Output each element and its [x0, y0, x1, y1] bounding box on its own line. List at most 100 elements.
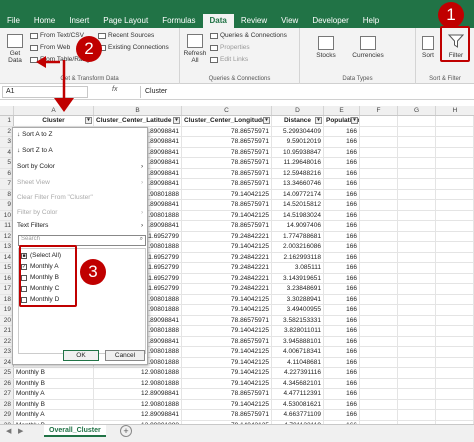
table-cell[interactable]: 79.14042125: [182, 326, 272, 336]
table-cell[interactable]: 78.86575971: [182, 137, 272, 147]
column-header-f[interactable]: F: [360, 106, 398, 115]
table-cell[interactable]: 79.14042125: [182, 378, 272, 388]
sheet-view-item[interactable]: Sheet View ›: [17, 179, 143, 186]
table-cell[interactable]: 78.86575971: [182, 147, 272, 157]
edit-links-button[interactable]: Edit Links: [210, 56, 248, 63]
table-cell[interactable]: [436, 200, 474, 210]
column-header-h[interactable]: H: [436, 106, 474, 115]
table-cell[interactable]: 79.14042125: [182, 305, 272, 315]
table-cell[interactable]: [360, 294, 398, 304]
table-cell[interactable]: 166: [324, 378, 360, 388]
table-cell[interactable]: [360, 210, 398, 220]
table-cell[interactable]: 166: [324, 252, 360, 262]
table-cell[interactable]: [436, 147, 474, 157]
table-cell[interactable]: [360, 147, 398, 157]
table-cell[interactable]: 79.24842221: [182, 231, 272, 241]
table-cell[interactable]: [360, 284, 398, 294]
column-header-c[interactable]: C: [182, 106, 272, 115]
table-cell[interactable]: [436, 305, 474, 315]
sheet-tab-overall-cluster[interactable]: Overall_Cluster: [44, 425, 106, 437]
table-cell[interactable]: 3.582153331: [272, 315, 324, 325]
table-cell[interactable]: [436, 231, 474, 241]
table-cell[interactable]: [436, 315, 474, 325]
table-cell[interactable]: 78.86575971: [182, 389, 272, 399]
table-cell[interactable]: [398, 137, 436, 147]
table-cell[interactable]: [436, 168, 474, 178]
table-cell[interactable]: 166: [324, 137, 360, 147]
row-number[interactable]: 1: [0, 116, 14, 126]
table-cell[interactable]: [436, 189, 474, 199]
cell-header-distance[interactable]: Distance ▾: [272, 116, 324, 126]
table-cell[interactable]: 4.663771109: [272, 410, 324, 420]
table-cell[interactable]: [398, 231, 436, 241]
table-cell[interactable]: [360, 315, 398, 325]
table-cell[interactable]: 166: [324, 326, 360, 336]
table-cell[interactable]: 166: [324, 336, 360, 346]
table-cell[interactable]: [398, 200, 436, 210]
table-cell[interactable]: [360, 252, 398, 262]
cell-header-longitude[interactable]: Cluster_Center_Longitude ▾: [182, 116, 272, 126]
table-cell[interactable]: [360, 168, 398, 178]
table-cell[interactable]: 166: [324, 242, 360, 252]
table-cell[interactable]: 166: [324, 347, 360, 357]
table-cell[interactable]: 3.085111: [272, 263, 324, 273]
table-cell[interactable]: 5.299304409: [272, 126, 324, 136]
prev-sheet-icon[interactable]: ◀: [6, 427, 11, 435]
tab-data[interactable]: Data: [202, 14, 234, 28]
table-cell[interactable]: [436, 284, 474, 294]
table-cell[interactable]: 3.23848691: [272, 284, 324, 294]
empty-cell[interactable]: [398, 116, 436, 126]
filter-dropdown-icon[interactable]: ▾: [85, 117, 92, 124]
refresh-all-button[interactable]: Refresh All: [182, 34, 208, 64]
table-cell[interactable]: [398, 315, 436, 325]
table-cell[interactable]: 12.59488216: [272, 168, 324, 178]
cancel-button[interactable]: Cancel: [105, 350, 145, 361]
clear-filter-item[interactable]: Clear Filter From "Cluster": [17, 194, 93, 201]
sort-button[interactable]: Sort: [418, 36, 438, 59]
table-cell[interactable]: 166: [324, 231, 360, 241]
table-cell[interactable]: 3.945888101: [272, 336, 324, 346]
table-cell[interactable]: [398, 168, 436, 178]
filter-dropdown-icon[interactable]: ▾: [351, 117, 358, 124]
table-cell[interactable]: [398, 378, 436, 388]
filter-dropdown-icon[interactable]: ▾: [263, 117, 270, 124]
row-number[interactable]: 26: [0, 378, 14, 388]
table-cell[interactable]: [398, 284, 436, 294]
table-cell[interactable]: 166: [324, 305, 360, 315]
table-cell[interactable]: 166: [324, 368, 360, 378]
table-cell[interactable]: 79.14042125: [182, 242, 272, 252]
ok-button[interactable]: OK: [63, 350, 99, 361]
table-cell[interactable]: [360, 357, 398, 367]
table-cell[interactable]: [360, 273, 398, 283]
table-cell[interactable]: [398, 158, 436, 168]
row-number[interactable]: 28: [0, 399, 14, 409]
table-cell[interactable]: 166: [324, 158, 360, 168]
table-cell[interactable]: 14.52015812: [272, 200, 324, 210]
table-cell[interactable]: 79.24842221: [182, 284, 272, 294]
table-cell[interactable]: 3.143919651: [272, 273, 324, 283]
table-cell[interactable]: [436, 263, 474, 273]
filter-dropdown-icon[interactable]: ▾: [315, 117, 322, 124]
table-cell[interactable]: [436, 273, 474, 283]
cell-header-population[interactable]: Population ▾: [324, 116, 360, 126]
table-cell[interactable]: 79.24842221: [182, 273, 272, 283]
table-cell[interactable]: [398, 189, 436, 199]
table-cell[interactable]: 78.86575971: [182, 221, 272, 231]
table-cell[interactable]: [398, 294, 436, 304]
tab-review[interactable]: Review: [234, 14, 274, 28]
table-cell[interactable]: Monthly A: [14, 389, 94, 399]
table-cell[interactable]: 166: [324, 399, 360, 409]
table-cell[interactable]: 9.59012019: [272, 137, 324, 147]
cell-header-cluster[interactable]: Cluster ▾: [14, 116, 94, 126]
table-cell[interactable]: 166: [324, 389, 360, 399]
table-cell[interactable]: 166: [324, 210, 360, 220]
table-cell[interactable]: [436, 357, 474, 367]
table-cell[interactable]: [436, 399, 474, 409]
table-cell[interactable]: 14.51983024: [272, 210, 324, 220]
add-sheet-icon[interactable]: +: [120, 425, 132, 437]
table-cell[interactable]: 78.86575971: [182, 200, 272, 210]
empty-cell[interactable]: [360, 116, 398, 126]
table-cell[interactable]: [398, 147, 436, 157]
table-cell[interactable]: [360, 368, 398, 378]
filter-by-color-item[interactable]: Filter by Color ›: [17, 209, 143, 216]
